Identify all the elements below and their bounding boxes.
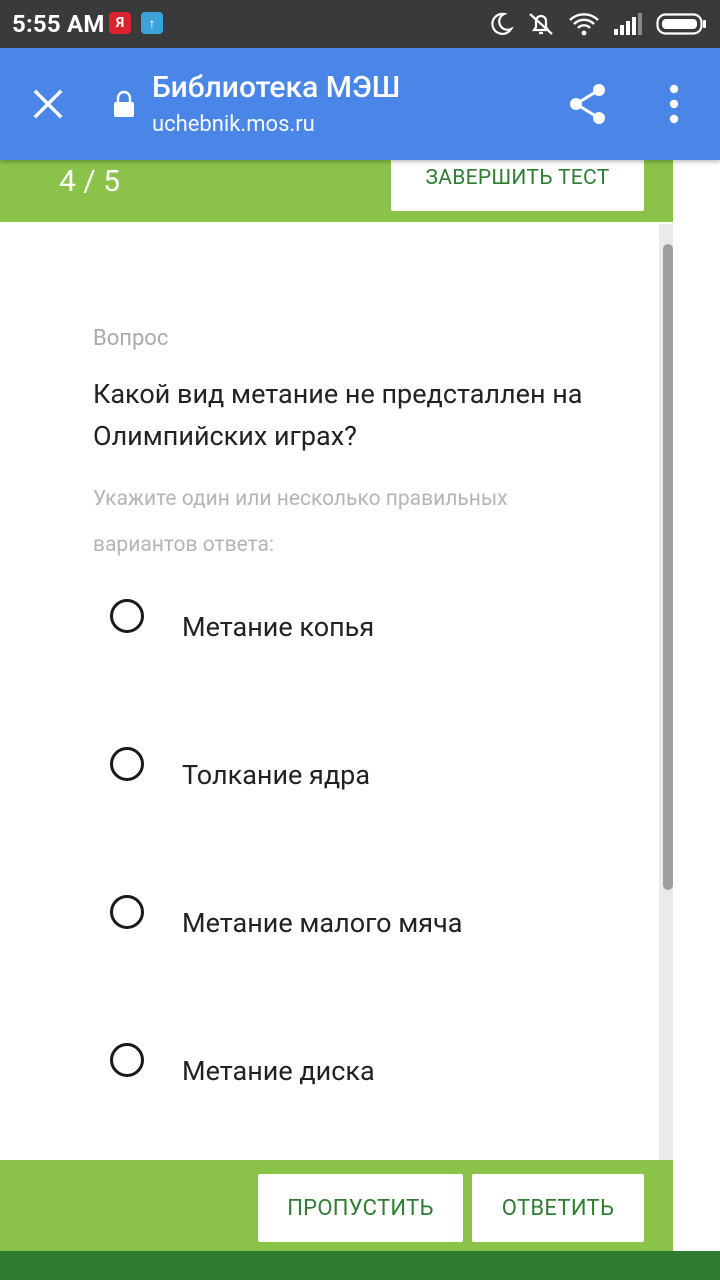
more-options-button[interactable] <box>652 80 696 128</box>
skip-button[interactable]: ПРОПУСТИТЬ <box>258 1174 463 1242</box>
browser-app-bar: Библиотека МЭШ uchebnik.mos.ru <box>0 48 720 160</box>
radio-button[interactable] <box>110 1043 144 1077</box>
page-url: uchebnik.mos.ru <box>152 112 315 137</box>
option-label: Метание малого мяча <box>182 907 463 939</box>
close-button[interactable] <box>24 80 72 128</box>
radio-button[interactable] <box>110 895 144 929</box>
radio-button[interactable] <box>110 747 144 781</box>
question-text: Какой вид метание не предсталлен на Олим… <box>93 378 583 452</box>
upload-icon: ↑ <box>141 12 163 34</box>
wifi-icon <box>569 13 599 36</box>
option-label: Метание диска <box>182 1055 375 1087</box>
question-counter: 4 / 5 <box>59 164 120 199</box>
signal-icon <box>614 13 642 35</box>
answer-option[interactable]: Метание копья <box>110 599 630 659</box>
option-label: Толкание ядра <box>182 759 371 791</box>
share-button[interactable] <box>564 80 612 128</box>
answer-hint: Укажите один или несколько правильных ва… <box>93 487 508 557</box>
status-time: 5:55 AM <box>12 10 105 38</box>
status-indicators <box>488 8 708 40</box>
status-bar: 5:55 AM Я ↑ <box>0 0 720 48</box>
muted-bell-icon <box>529 13 553 35</box>
answer-option[interactable]: Метание малого мяча <box>110 895 630 955</box>
battery-icon <box>656 13 706 35</box>
close-icon <box>33 89 63 119</box>
answer-option[interactable]: Метание диска <box>110 1043 630 1103</box>
share-icon <box>570 84 605 124</box>
scrollbar-thumb[interactable] <box>663 244 673 890</box>
moon-icon <box>491 12 514 35</box>
bottom-strip <box>0 1251 720 1280</box>
yandex-icon: Я <box>109 12 131 34</box>
lock-icon <box>114 90 134 117</box>
more-vert-icon <box>669 84 679 124</box>
question-label: Вопрос <box>93 326 169 351</box>
answer-button[interactable]: ОТВЕТИТЬ <box>472 1174 644 1242</box>
page-title: Библиотека МЭШ <box>152 70 401 105</box>
option-label: Метание копья <box>182 611 375 643</box>
radio-button[interactable] <box>110 599 144 633</box>
answer-option[interactable]: Толкание ядра <box>110 747 630 807</box>
